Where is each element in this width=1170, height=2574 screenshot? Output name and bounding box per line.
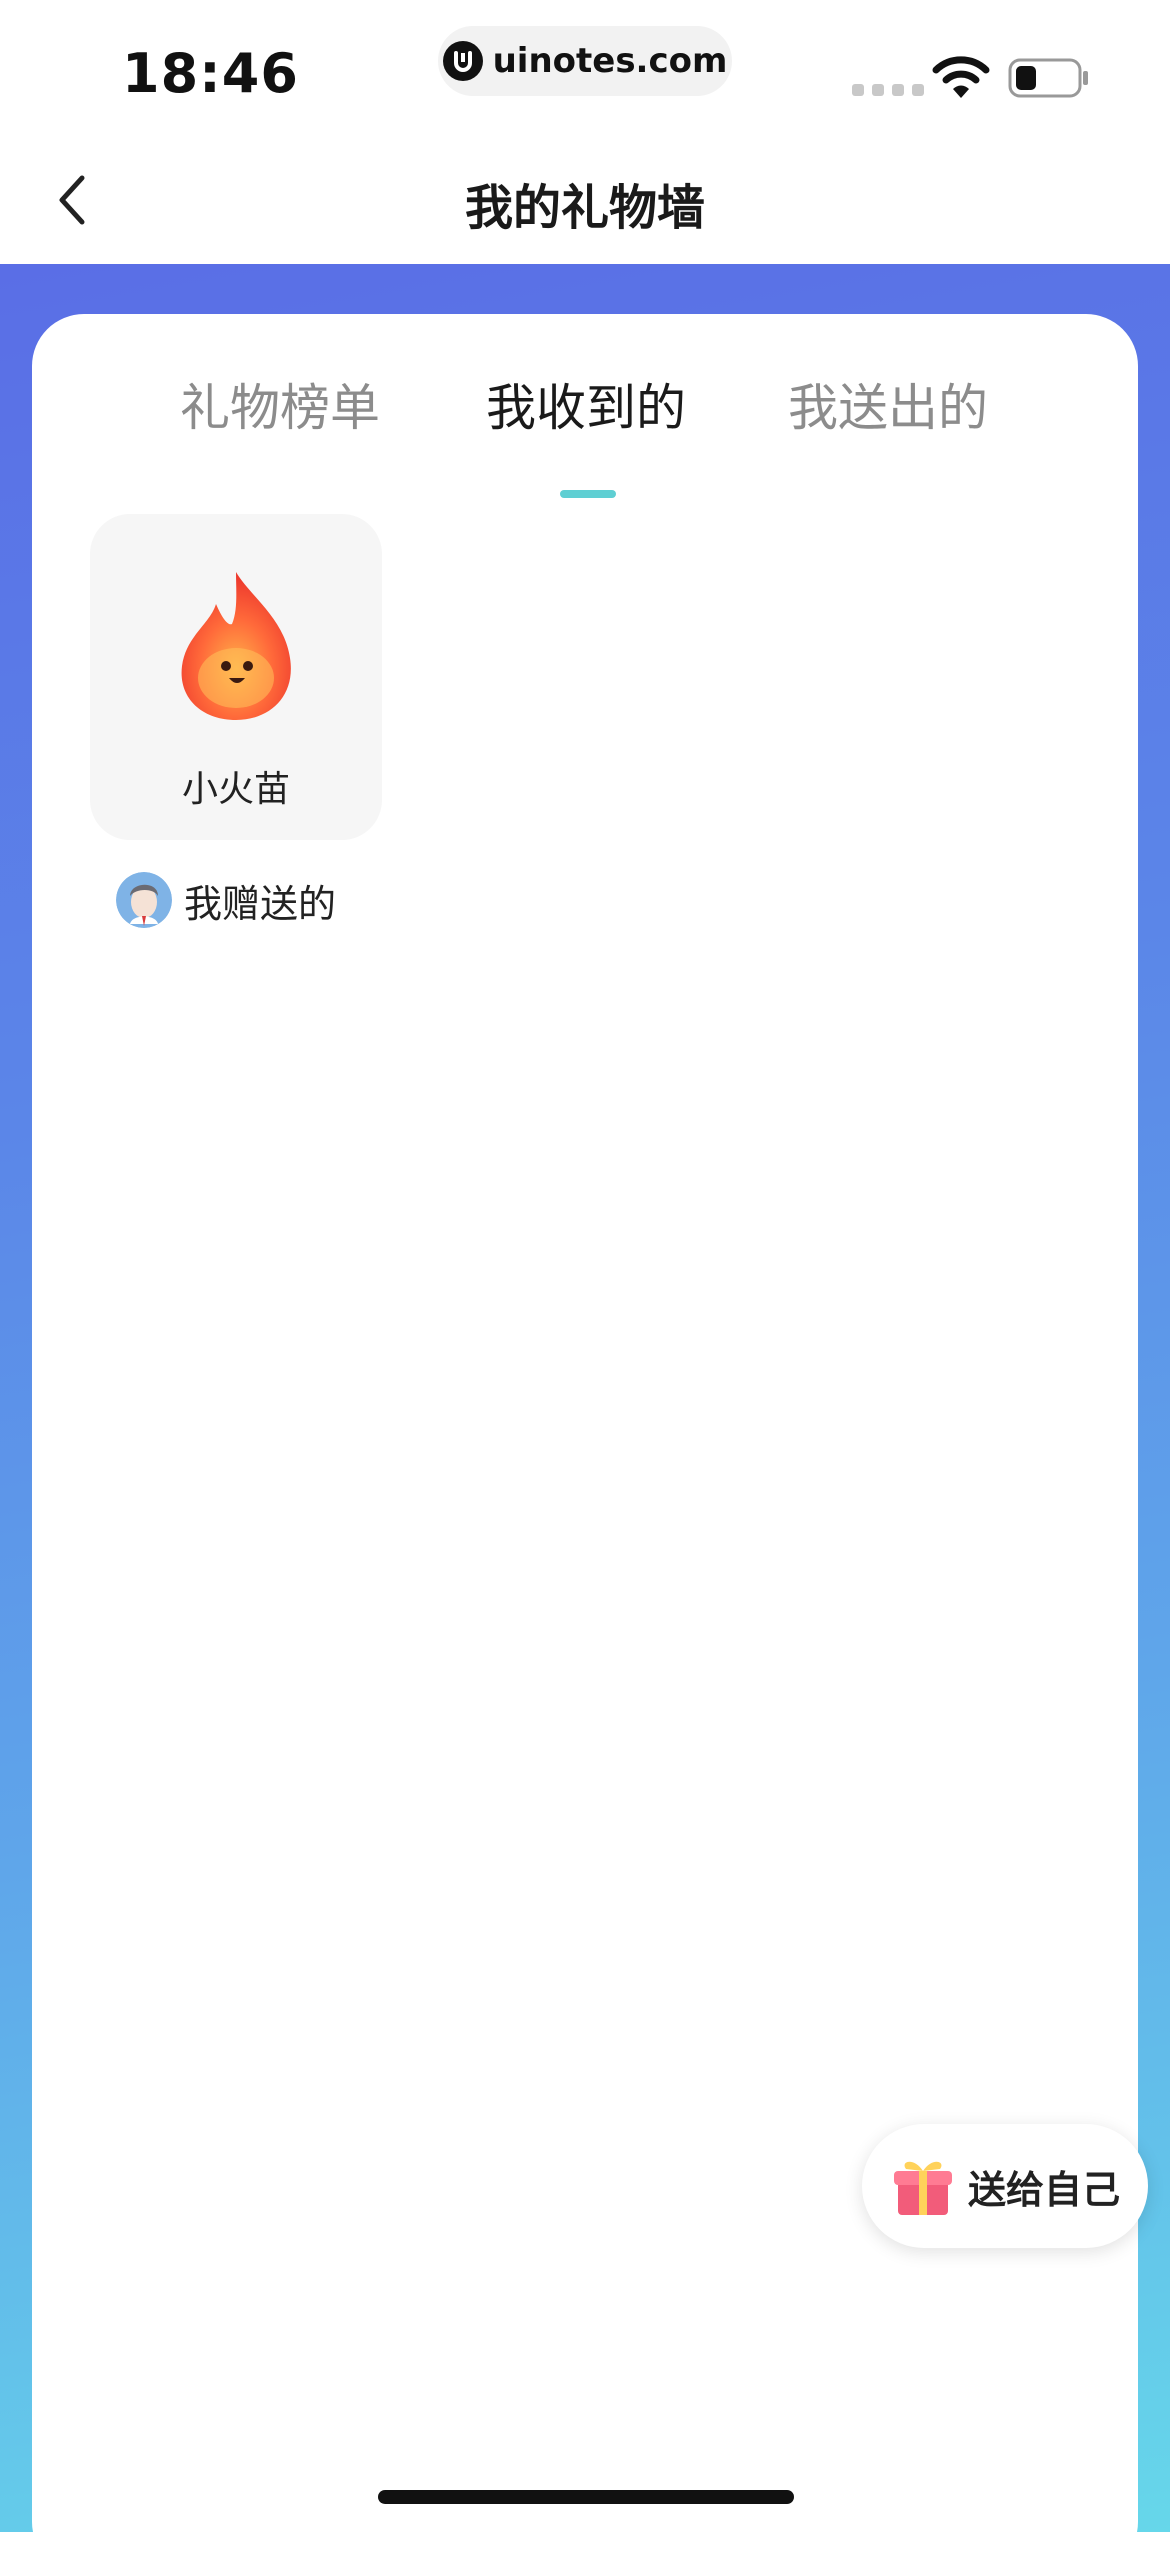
gift-item[interactable]: 小火苗 [90, 514, 382, 840]
gift-sender-row: 我赠送的 [116, 870, 336, 930]
wifi-icon [932, 56, 990, 98]
url-text: uinotes.com [492, 41, 728, 81]
tab-received[interactable]: 我收到的 [486, 368, 686, 440]
status-bar: 18:46 uinotes.com [0, 0, 1170, 130]
battery-icon [1008, 58, 1088, 98]
flame-icon [181, 572, 291, 720]
status-time: 18:46 [122, 42, 299, 105]
gift-box-icon [894, 2161, 952, 2215]
active-tab-indicator [560, 490, 616, 498]
sender-label: 我赠送的 [184, 881, 337, 926]
home-indicator [378, 2490, 794, 2504]
gift-name: 小火苗 [181, 769, 290, 810]
page-title: 我的礼物墙 [464, 180, 705, 236]
site-logo-icon [442, 41, 483, 81]
url-pill[interactable]: uinotes.com [438, 26, 732, 96]
gift-to-self-button[interactable]: 送给自己 [862, 2124, 1148, 2248]
cellular-signal-icon [852, 84, 924, 96]
tab-bar: 礼物榜单 我收到的 我送出的 [32, 368, 1138, 498]
tab-sent[interactable]: 我送出的 [788, 368, 988, 440]
gift-to-self-label: 送给自己 [968, 2167, 1121, 2212]
avatar [116, 872, 172, 928]
tab-gift-ranking[interactable]: 礼物榜单 [180, 368, 380, 440]
nav-bar: 我的礼物墙 [0, 130, 1170, 264]
